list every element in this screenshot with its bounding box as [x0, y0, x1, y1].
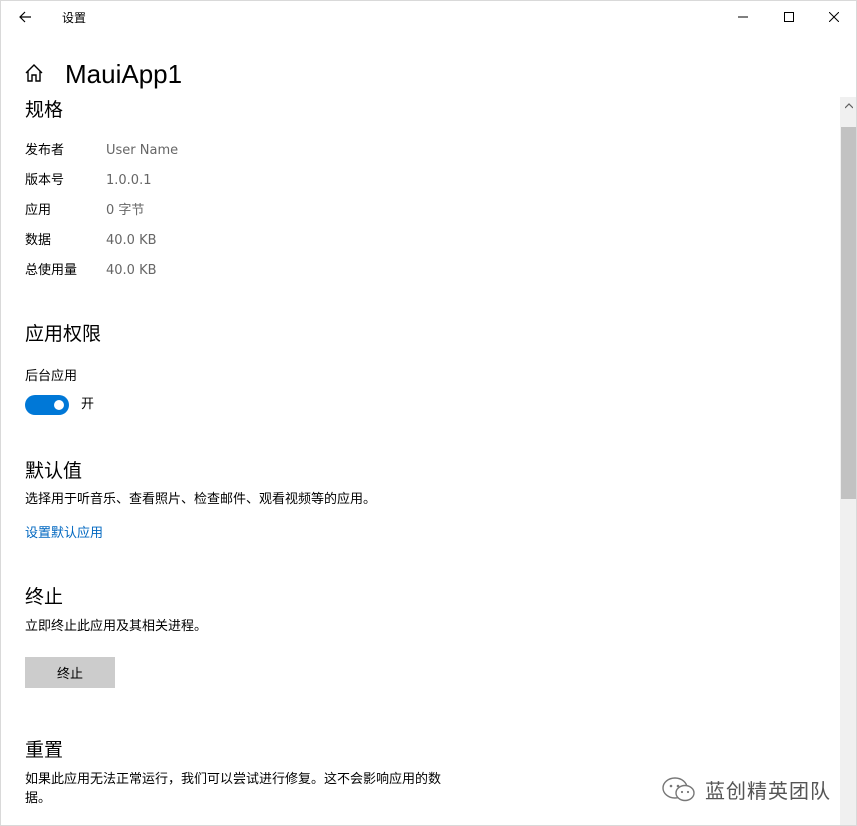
page-title: MauiApp1: [65, 59, 183, 89]
terminate-description: 立即终止此应用及其相关进程。: [25, 619, 208, 634]
back-button[interactable]: [13, 5, 37, 29]
watermark-text: 蓝创精英团队: [705, 779, 831, 803]
terminate-button[interactable]: 终止: [25, 657, 115, 688]
spec-value-app: 0 字节: [106, 203, 145, 218]
background-app-toggle[interactable]: [25, 395, 69, 415]
spec-value-version: 1.0.0.1: [106, 173, 152, 188]
set-default-apps-link[interactable]: 设置默认应用: [25, 524, 103, 544]
close-icon: [829, 12, 839, 22]
defaults-title: 默认值: [25, 460, 83, 482]
minimize-button[interactable]: [720, 1, 766, 33]
defaults-description: 选择用于听音乐、查看照片、检查邮件、观看视频等的应用。: [25, 492, 377, 507]
terminate-title: 终止: [25, 586, 64, 608]
reset-description-line2: 据。: [25, 791, 52, 806]
spec-value-total: 40.0 KB: [106, 263, 157, 278]
reset-description-line1: 如果此应用无法正常运行，我们可以尝试进行修复。这不会影响应用的数: [25, 772, 442, 787]
reset-title: 重置: [25, 739, 64, 761]
spec-label-version: 版本号: [25, 173, 65, 188]
toggle-state-label: 开: [81, 397, 95, 412]
minimize-icon: [738, 16, 748, 18]
settings-window: 设置 MauiApp1 规格 发布者 User Name 版本号 1.0.0.1…: [0, 0, 857, 826]
spec-value-data: 40.0 KB: [106, 233, 157, 248]
vertical-scrollbar[interactable]: [840, 97, 856, 825]
specs-title: 规格: [25, 99, 64, 121]
scroll-up-button[interactable]: [840, 97, 856, 114]
window-title: 设置: [62, 11, 87, 25]
watermark: 蓝创精英团队: [661, 775, 831, 804]
spec-label-publisher: 发布者: [25, 143, 65, 158]
maximize-icon: [784, 12, 794, 22]
permissions-title: 应用权限: [25, 323, 102, 345]
spec-value-publisher: User Name: [106, 143, 179, 158]
spec-label-total: 总使用量: [25, 263, 78, 278]
chevron-up-icon: [844, 102, 853, 108]
arrow-left-icon: [19, 11, 31, 23]
scroll-thumb[interactable]: [841, 127, 856, 499]
title-bar: 设置: [1, 1, 856, 33]
home-button[interactable]: [23, 62, 47, 86]
spec-label-data: 数据: [25, 233, 52, 248]
wechat-logo-icon: [662, 776, 695, 801]
close-button[interactable]: [811, 1, 856, 33]
spec-label-app: 应用: [25, 203, 52, 218]
home-icon: [25, 64, 43, 82]
maximize-button[interactable]: [766, 1, 812, 33]
background-app-label: 后台应用: [25, 369, 78, 384]
toggle-knob: [54, 400, 64, 410]
